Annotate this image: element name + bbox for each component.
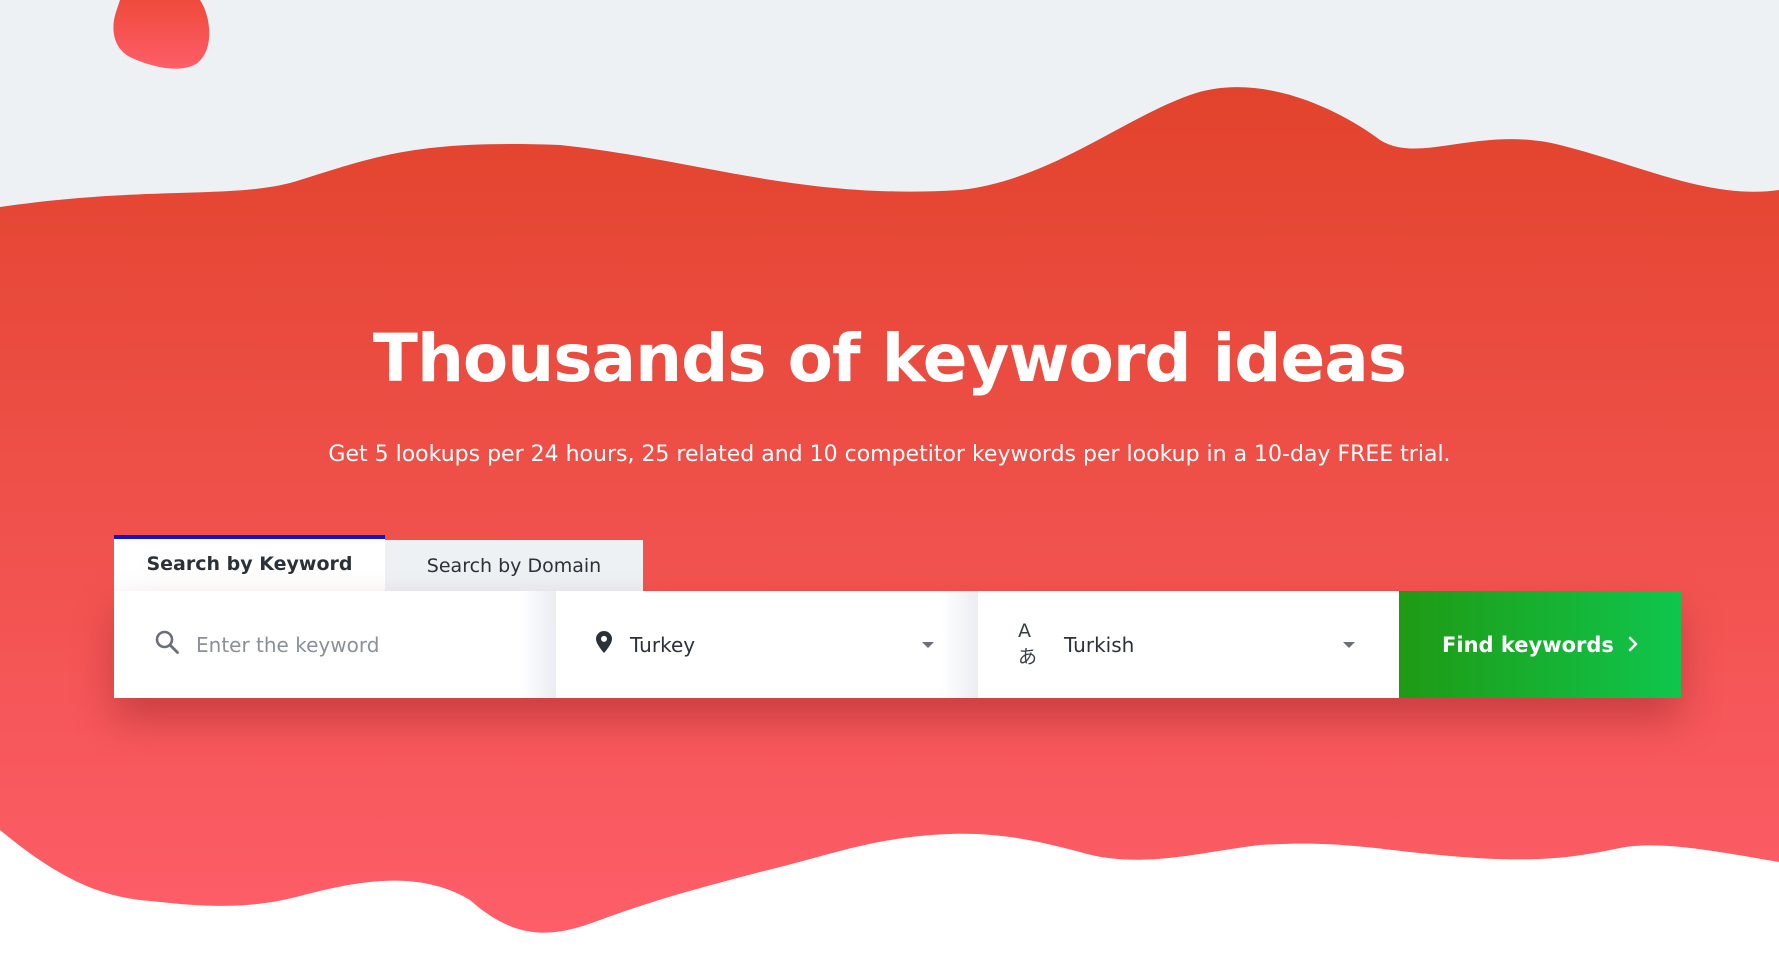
map-pin-icon [596, 631, 612, 658]
caret-down-icon [922, 641, 934, 648]
caret-down-icon [1343, 641, 1355, 648]
search-icon [154, 629, 180, 660]
location-value: Turkey [630, 632, 696, 657]
find-keywords-label: Find keywords [1442, 632, 1614, 657]
translate-icon: Aあ [1018, 620, 1038, 668]
hero-subtitle: Get 5 lookups per 24 hours, 25 related a… [328, 442, 1451, 467]
search-bar: Turkey Aあ Turkish Find keywords [114, 591, 1681, 698]
find-keywords-button[interactable]: Find keywords [1399, 591, 1681, 698]
decorative-blob [113, 0, 210, 69]
chevron-right-icon [1628, 633, 1638, 657]
language-value: Turkish [1064, 632, 1135, 657]
hero-title: Thousands of keyword ideas [372, 320, 1407, 397]
tab-search-by-keyword[interactable]: Search by Keyword [114, 535, 385, 591]
language-select[interactable]: Aあ Turkish [978, 591, 1399, 698]
location-select[interactable]: Turkey [556, 591, 978, 698]
keyword-input[interactable] [194, 631, 498, 658]
tab-search-by-domain[interactable]: Search by Domain [385, 540, 643, 591]
search-tabs: Search by Keyword Search by Domain [114, 535, 643, 591]
red-wave-blob [0, 87, 1779, 933]
keyword-field [114, 591, 556, 698]
hero-background [0, 0, 1779, 957]
